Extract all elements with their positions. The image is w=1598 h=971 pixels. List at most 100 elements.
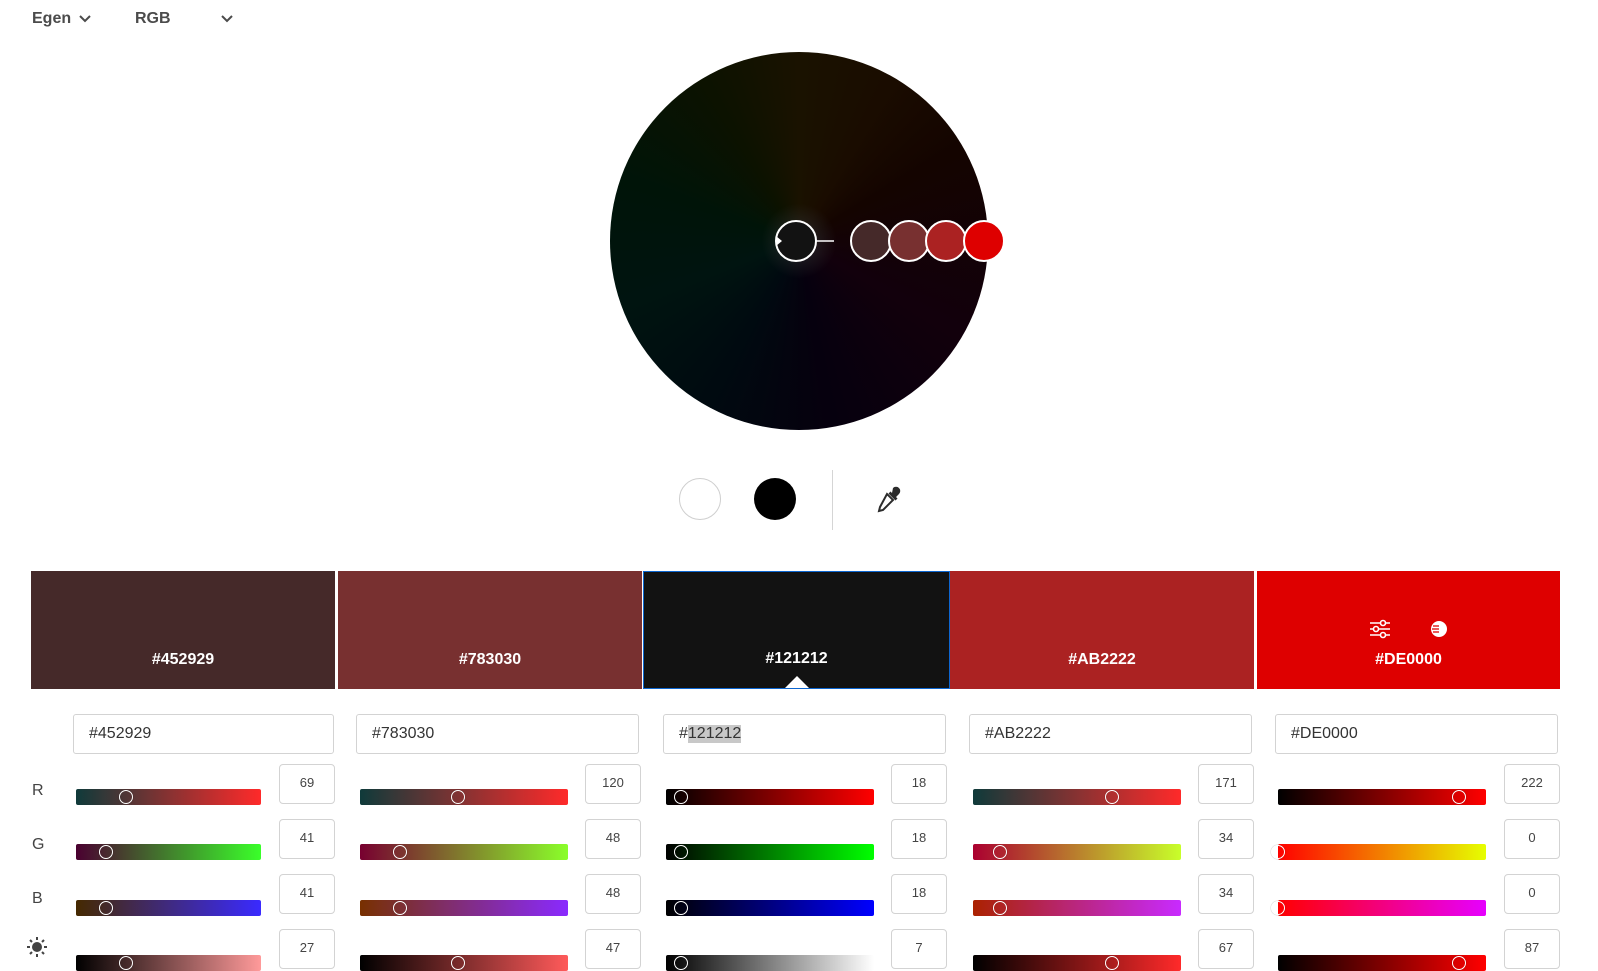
brightness-slider-thumb[interactable] (673, 956, 688, 970)
white-circle-icon[interactable] (679, 478, 721, 520)
swatch-tools (1257, 619, 1560, 644)
brightness-value-field[interactable]: 27 (279, 929, 335, 969)
swatch-hex-label: #783030 (458, 651, 522, 668)
color-swatch[interactable]: #DE0000 (1257, 571, 1560, 689)
color-swatch[interactable]: #121212 (643, 571, 950, 689)
color-marker[interactable] (850, 220, 892, 262)
blue-slider-track[interactable] (666, 900, 874, 916)
harmony-rule-dropdown[interactable]: Egen (32, 10, 91, 28)
brightness-slider-track[interactable] (973, 955, 1181, 971)
eyedropper-icon[interactable] (874, 485, 902, 513)
brightness-value-field[interactable]: 87 (1504, 929, 1560, 969)
green-value: 18 (911, 830, 927, 845)
chevron-down-icon (220, 15, 233, 23)
brightness-icon (26, 936, 48, 958)
red-slider-thumb[interactable] (1451, 790, 1466, 804)
color-swatch[interactable]: #AB2222 (950, 571, 1254, 689)
hex-input[interactable]: #452929 (73, 714, 334, 754)
red-value-field[interactable]: 120 (585, 764, 641, 804)
green-value-field[interactable]: 48 (585, 819, 641, 859)
green-value-field[interactable]: 0 (1504, 819, 1560, 859)
black-circle-icon[interactable] (754, 478, 796, 520)
harmony-rule-label: Egen (32, 10, 72, 27)
green-slider-thumb[interactable] (993, 845, 1008, 859)
green-slider-thumb[interactable] (392, 845, 407, 859)
chevron-down-icon (79, 15, 91, 23)
hex-input-value: #DE0000 (1291, 725, 1358, 742)
green-value-field[interactable]: 41 (279, 819, 335, 859)
green-value: 48 (605, 830, 621, 845)
green-value-field[interactable]: 34 (1198, 819, 1254, 859)
green-slider-track[interactable] (1278, 844, 1486, 860)
blue-value: 34 (1218, 885, 1234, 900)
blue-value-field[interactable]: 48 (585, 874, 641, 914)
red-slider-thumb[interactable] (118, 790, 133, 804)
red-slider-thumb[interactable] (673, 790, 688, 804)
green-slider-thumb[interactable] (98, 845, 113, 859)
red-value: 120 (602, 775, 624, 790)
swatch-hex-label: #DE0000 (1375, 651, 1442, 668)
blue-value: 18 (911, 885, 927, 900)
blue-value-field[interactable]: 0 (1504, 874, 1560, 914)
blue-slider-thumb[interactable] (993, 901, 1008, 915)
hex-input[interactable]: #AB2222 (969, 714, 1252, 754)
active-swatch-indicator (784, 676, 809, 688)
brightness-slider-thumb[interactable] (450, 956, 465, 970)
red-value: 171 (1215, 775, 1237, 790)
color-marker[interactable] (963, 220, 1005, 262)
blue-slider-track[interactable] (1278, 900, 1486, 916)
hex-input[interactable]: #121212 (663, 714, 946, 754)
contrast-icon[interactable] (1429, 619, 1449, 644)
red-value-field[interactable]: 171 (1198, 764, 1254, 804)
green-slider-track[interactable] (360, 844, 568, 860)
red-channel-label: R (32, 782, 44, 799)
brightness-value: 47 (605, 940, 621, 955)
red-value-field[interactable]: 222 (1504, 764, 1560, 804)
green-slider-thumb[interactable] (673, 845, 688, 859)
brightness-value-field[interactable]: 7 (891, 929, 947, 969)
color-marker[interactable] (925, 220, 967, 262)
blue-value-field[interactable]: 41 (279, 874, 335, 914)
green-value: 41 (299, 830, 315, 845)
hex-input[interactable]: #783030 (356, 714, 639, 754)
blue-slider-thumb[interactable] (392, 901, 407, 915)
red-value-field[interactable]: 18 (891, 764, 947, 804)
color-mode-dropdown[interactable]: RGB (135, 10, 233, 28)
color-swatch[interactable]: #452929 (31, 571, 335, 689)
brightness-slider-thumb[interactable] (1451, 956, 1466, 970)
red-value: 222 (1521, 775, 1543, 790)
color-wheel[interactable] (610, 52, 1005, 430)
red-slider-track[interactable] (666, 789, 874, 805)
divider (832, 470, 833, 530)
blue-value: 48 (605, 885, 621, 900)
blue-slider-thumb[interactable] (1271, 901, 1285, 915)
color-mode-label: RGB (135, 10, 171, 27)
green-slider-track[interactable] (666, 844, 874, 860)
color-marker[interactable] (888, 220, 930, 262)
brightness-value-field[interactable]: 67 (1198, 929, 1254, 969)
red-slider-thumb[interactable] (450, 790, 465, 804)
brightness-slider-track[interactable] (76, 955, 261, 971)
red-slider-track[interactable] (973, 789, 1181, 805)
brightness-value: 87 (1524, 940, 1540, 955)
hex-input-value: #452929 (89, 725, 152, 742)
hex-input[interactable]: #DE0000 (1275, 714, 1558, 754)
brightness-slider-track[interactable] (666, 955, 874, 971)
red-slider-track[interactable] (76, 789, 261, 805)
hex-input-prefix: # (679, 725, 688, 742)
color-swatch[interactable]: #783030 (338, 571, 642, 689)
swatch-hex-label: #AB2222 (1068, 651, 1136, 668)
blue-slider-thumb[interactable] (98, 901, 113, 915)
sliders-icon[interactable] (1369, 619, 1391, 644)
blue-slider-thumb[interactable] (673, 901, 688, 915)
blue-value-field[interactable]: 34 (1198, 874, 1254, 914)
brightness-slider-thumb[interactable] (118, 956, 133, 970)
blue-slider-track[interactable] (360, 900, 568, 916)
hex-input-selected-text: 121212 (687, 725, 742, 743)
blue-value-field[interactable]: 18 (891, 874, 947, 914)
red-value-field[interactable]: 69 (279, 764, 335, 804)
red-value: 18 (911, 775, 927, 790)
brightness-value-field[interactable]: 47 (585, 929, 641, 969)
green-slider-thumb[interactable] (1271, 845, 1285, 859)
green-value-field[interactable]: 18 (891, 819, 947, 859)
